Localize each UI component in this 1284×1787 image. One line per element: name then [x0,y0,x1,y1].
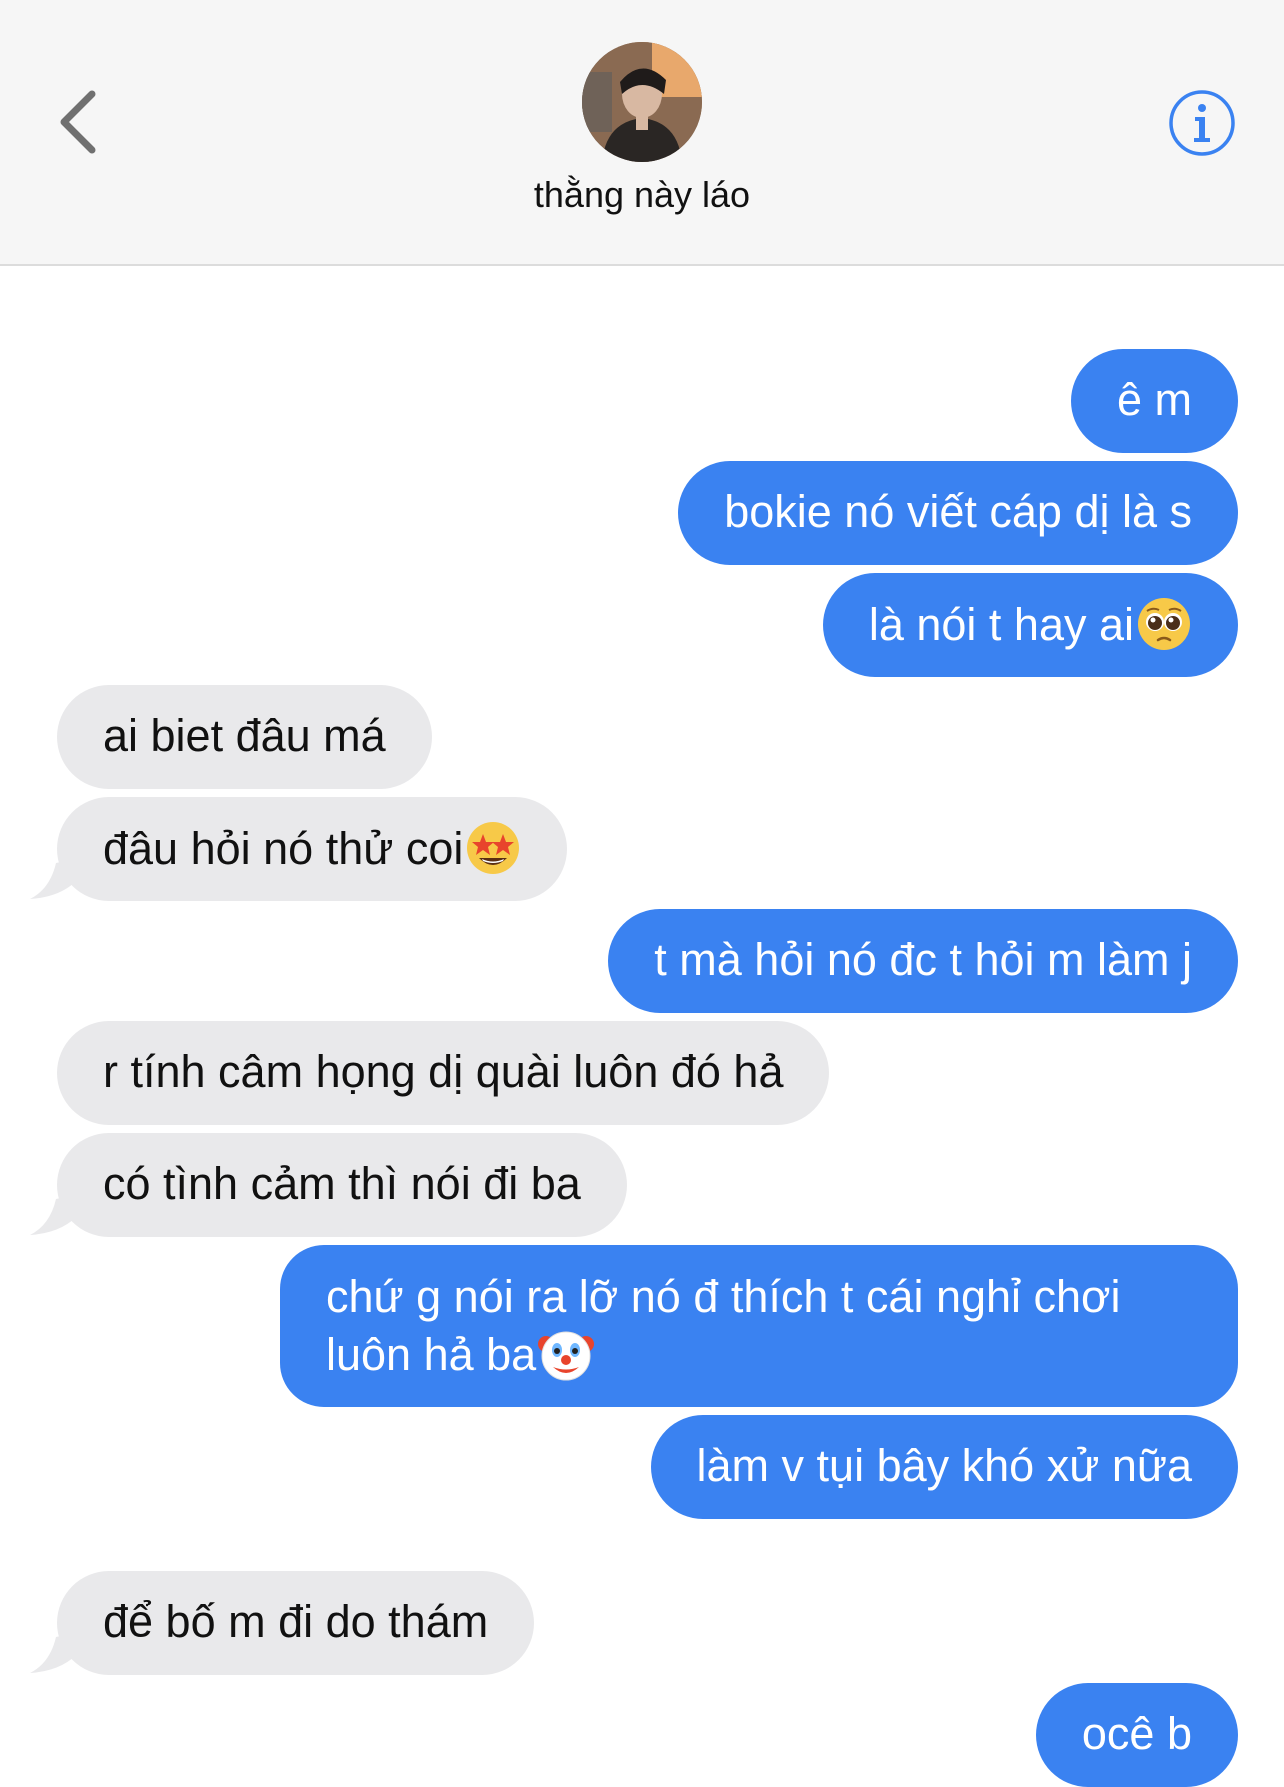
message-bubble-incoming[interactable]: đâu hỏi nó thử coi [57,797,568,901]
message-bubble-outgoing[interactable]: chứ g nói ra lỡ nó đ thích t cái nghỉ ch… [280,1245,1238,1407]
pleading-face-emoji [1138,598,1190,650]
message-text: bokie nó viết cáp dị là s [724,486,1192,537]
message-bubble-outgoing[interactable]: ocê b [1035,1683,1238,1787]
message-text: để bố m đi do thám [103,1596,489,1647]
contact-avatar[interactable] [582,42,702,162]
message-thread[interactable]: ê m bokie nó viết cáp dị là s là nói t h… [0,268,1284,1787]
message-text: r tính câm họng dị quài luôn đó hả [103,1046,784,1097]
message-bubble-outgoing[interactable]: ê m [1070,349,1238,453]
message-text: ocê b [1081,1708,1192,1759]
message-text: ai biet đâu má [103,710,386,761]
message-text: t mà hỏi nó đc t hỏi m làm j [654,934,1192,985]
message-text: đâu hỏi nó thử coi [103,823,464,874]
bubble-tail [30,1195,76,1235]
message-text: là nói t hay ai [868,599,1134,650]
contact-name[interactable]: thằng này láo [0,174,1284,216]
message-text: có tình cảm thì nói đi ba [103,1158,581,1209]
clown-face-emoji [538,1331,595,1381]
back-button[interactable] [52,82,108,162]
message-text: làm v tụi bây khó xử nữa [696,1440,1192,1491]
message-bubble-incoming[interactable]: r tính câm họng dị quài luôn đó hả [57,1021,830,1125]
message-text: ê m [1116,374,1192,425]
conversation-header: thằng này láo [0,0,1284,266]
bubble-tail [30,1633,76,1673]
avatar-photo [582,42,702,162]
message-bubble-outgoing[interactable]: làm v tụi bây khó xử nữa [650,1415,1238,1519]
message-bubble-outgoing[interactable]: t mà hỏi nó đc t hỏi m làm j [608,909,1238,1013]
message-bubble-incoming[interactable]: có tình cảm thì nói đi ba [57,1133,627,1237]
message-bubble-outgoing[interactable]: bokie nó viết cáp dị là s [678,461,1238,565]
message-bubble-incoming[interactable]: ai biet đâu má [57,685,432,789]
bubble-tail [30,859,76,899]
chevron-left-icon [60,90,96,154]
message-text: chứ g nói ra lỡ nó đ thích t cái nghỉ ch… [326,1271,1121,1380]
message-bubble-incoming[interactable]: để bố m đi do thám [57,1571,535,1675]
info-button[interactable] [1168,89,1236,157]
star-struck-emoji [467,822,520,874]
message-bubble-outgoing[interactable]: là nói t hay ai [822,573,1238,677]
info-circle-icon [1169,90,1235,156]
